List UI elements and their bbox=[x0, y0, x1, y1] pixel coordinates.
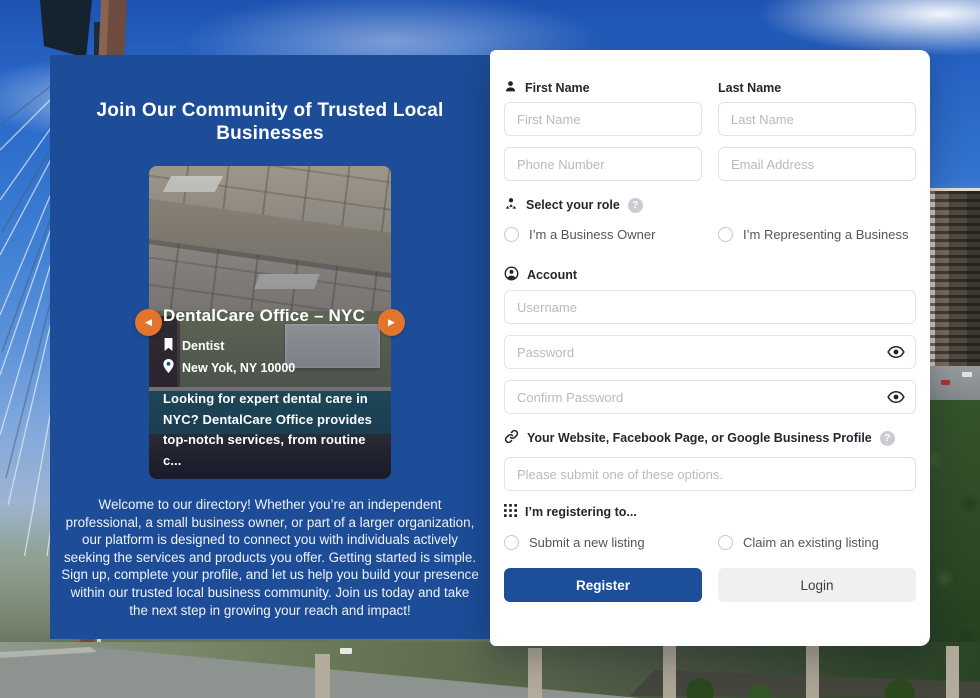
eye-icon[interactable] bbox=[887, 346, 905, 359]
users-icon bbox=[504, 197, 518, 214]
right-road-background bbox=[929, 366, 980, 400]
website-section-label: Your Website, Facebook Page, or Google B… bbox=[504, 430, 916, 446]
phone-number-input[interactable] bbox=[504, 147, 702, 181]
car bbox=[941, 380, 950, 385]
page: Join Our Community of Trusted Local Busi… bbox=[0, 0, 980, 698]
password-input[interactable] bbox=[504, 335, 916, 369]
account-circle-icon bbox=[504, 266, 519, 284]
highrise-building bbox=[929, 188, 980, 369]
question-mark-icon[interactable]: ? bbox=[628, 198, 643, 213]
highway-ramp-illustration bbox=[0, 642, 980, 698]
link-icon bbox=[504, 429, 519, 447]
registration-card: First Name Last Name Select your role bbox=[490, 50, 930, 646]
page-title: Join Our Community of Trusted Local Busi… bbox=[84, 99, 456, 145]
person-icon bbox=[504, 80, 517, 96]
first-name-input[interactable] bbox=[504, 102, 702, 136]
welcome-text: Welcome to our directory! Whether you’re… bbox=[60, 496, 480, 619]
role-section-label: Select your role ? bbox=[504, 197, 916, 213]
registering-option-claim-listing[interactable]: Claim an existing listing bbox=[718, 535, 916, 550]
website-input[interactable] bbox=[504, 457, 916, 491]
radio-button[interactable] bbox=[718, 535, 733, 550]
radio-button[interactable] bbox=[718, 227, 733, 242]
listing-info: DentalCare Office – NYC Dentist New Yok,… bbox=[163, 306, 381, 471]
listing-location: New Yok, NY 10000 bbox=[163, 359, 381, 376]
login-button[interactable]: Login bbox=[718, 568, 916, 602]
listing-category: Dentist bbox=[163, 338, 381, 354]
username-input[interactable] bbox=[504, 290, 916, 324]
radio-button[interactable] bbox=[504, 535, 519, 550]
eye-icon[interactable] bbox=[887, 391, 905, 404]
role-option-business-owner[interactable]: I’m a Business Owner bbox=[504, 227, 702, 242]
listing-description: Looking for expert dental care in NYC? D… bbox=[163, 389, 381, 471]
listing-category-label: Dentist bbox=[182, 339, 224, 353]
question-mark-icon[interactable]: ? bbox=[880, 431, 895, 446]
intro-panel: Join Our Community of Trusted Local Busi… bbox=[50, 55, 490, 639]
bookmark-icon bbox=[163, 338, 174, 354]
carousel-next-button[interactable]: ▶ bbox=[378, 309, 405, 336]
left-road-background bbox=[0, 556, 52, 646]
chevron-left-icon: ◀ bbox=[145, 317, 152, 328]
last-name-label: Last Name bbox=[718, 80, 916, 96]
radio-button[interactable] bbox=[504, 227, 519, 242]
listing-carousel: DentalCare Office – NYC Dentist New Yok,… bbox=[149, 166, 391, 479]
registering-option-new-listing[interactable]: Submit a new listing bbox=[504, 535, 702, 550]
account-section-label: Account bbox=[504, 267, 916, 283]
listing-location-label: New Yok, NY 10000 bbox=[182, 361, 295, 375]
pin-icon bbox=[163, 359, 174, 376]
register-button[interactable]: Register bbox=[504, 568, 702, 602]
registration-form: First Name Last Name Select your role bbox=[490, 50, 930, 602]
listing-title: DentalCare Office – NYC bbox=[163, 306, 381, 326]
email-address-input[interactable] bbox=[718, 147, 916, 181]
last-name-input[interactable] bbox=[718, 102, 916, 136]
first-name-label: First Name bbox=[504, 80, 702, 96]
carousel-prev-button[interactable]: ◀ bbox=[135, 309, 162, 336]
grid-icon bbox=[504, 504, 517, 520]
car bbox=[962, 372, 972, 377]
registering-section-label: I’m registering to... bbox=[504, 504, 916, 520]
chevron-right-icon: ▶ bbox=[388, 317, 395, 328]
confirm-password-input[interactable] bbox=[504, 380, 916, 414]
role-option-representing[interactable]: I’m Representing a Business bbox=[718, 227, 916, 242]
